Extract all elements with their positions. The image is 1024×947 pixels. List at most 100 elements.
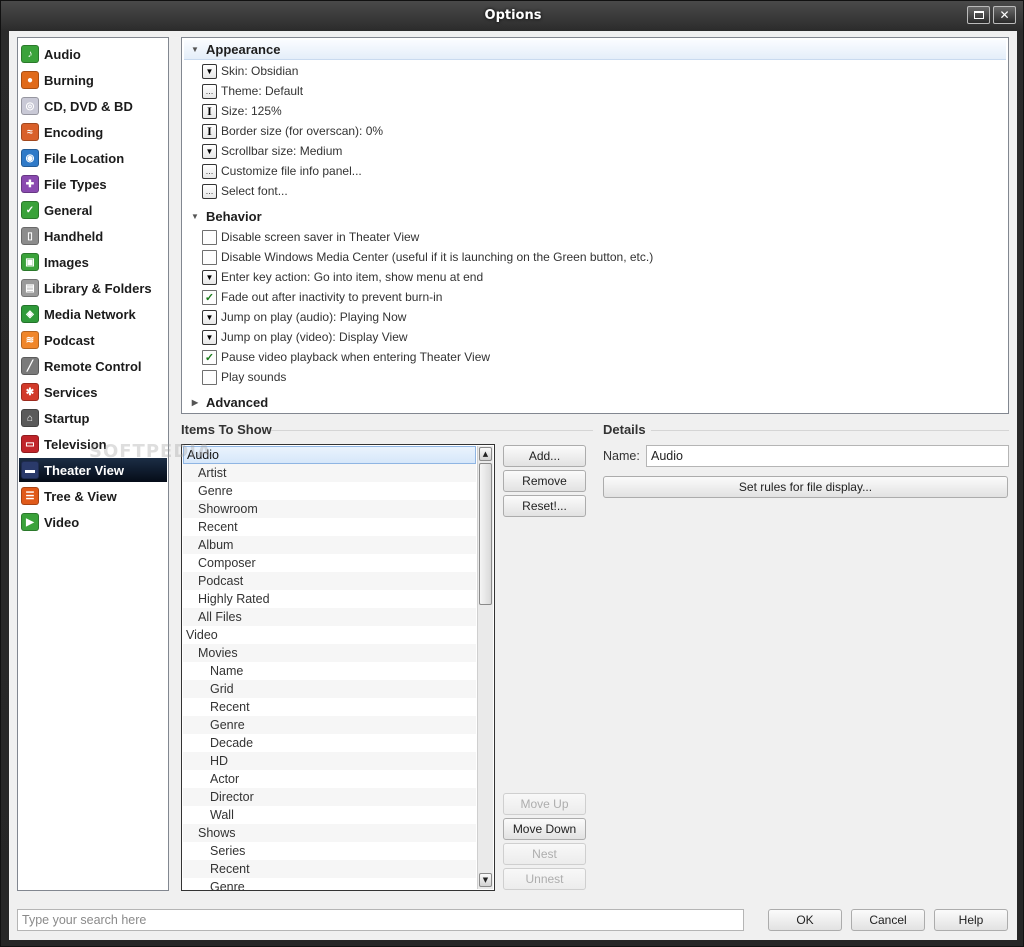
scrollbar-thumb[interactable] [479,463,492,605]
option-theme-default[interactable]: … Theme: Default [202,81,303,101]
list-item[interactable]: Genre [183,482,476,500]
checkbox-checked[interactable]: ✓ [202,349,217,365]
sidebar-item-general[interactable]: ✓ General [19,198,167,222]
list-item[interactable]: Audio [183,446,476,464]
sidebar-item-burning[interactable]: ● Burning [19,68,167,92]
sidebar-item-podcast[interactable]: ≋ Podcast [19,328,167,352]
option-disable-windows-media-center-useful-if-i[interactable]: Disable Windows Media Center (useful if … [202,247,653,267]
dropdown-icon[interactable]: ▼ [202,269,217,285]
sidebar-item-file-types[interactable]: ✚ File Types [19,172,167,196]
list-item[interactable]: Grid [183,680,476,698]
search-input[interactable]: Type your search here [17,909,744,931]
option-enter-key-action-go-into-item-show-menu-[interactable]: ▼ Enter key action: Go into item, show me… [202,267,483,287]
list-item[interactable]: HD [183,752,476,770]
scroll-down-arrow-icon[interactable]: ▼ [479,873,492,887]
checkbox-unchecked[interactable] [202,229,217,245]
items-to-show-list[interactable]: Audio Artist Genre Showroom Recent Album Compo… [181,444,495,891]
expand-down-icon[interactable]: ▼ [188,212,202,221]
add-button[interactable]: Add... [503,445,586,467]
list-item[interactable]: Album [183,536,476,554]
set-rules-button[interactable]: Set rules for file display... [603,476,1008,498]
dropdown-icon[interactable]: ▼ [202,63,217,79]
sidebar-item-audio[interactable]: ♪ Audio [19,42,167,66]
list-item[interactable]: Series [183,842,476,860]
list-item[interactable]: Name [183,662,476,680]
text-edit-icon[interactable]: I [202,123,217,139]
scroll-up-arrow-icon[interactable]: ▲ [479,447,492,461]
title-bar[interactable]: Options ✕ [1,1,1024,31]
move-up-button[interactable]: Move Up [503,793,586,815]
expand-down-icon[interactable]: ▼ [188,45,202,54]
list-item[interactable]: Recent [183,698,476,716]
ok-button[interactable]: OK [768,909,842,931]
text-edit-icon[interactable]: I [202,103,217,119]
sidebar-item-media-network[interactable]: ◈ Media Network [19,302,167,326]
ellipsis-icon[interactable]: … [202,83,217,99]
dropdown-icon[interactable]: ▼ [202,143,217,159]
option-pause-video-playback-when-entering-theat[interactable]: ✓ Pause video playback when entering Thea… [202,347,490,367]
ellipsis-icon[interactable]: … [202,183,217,199]
list-item[interactable]: Showroom [183,500,476,518]
option-skin-obsidian[interactable]: ▼ Skin: Obsidian [202,61,298,81]
option-jump-on-play-video-display-view[interactable]: ▼ Jump on play (video): Display View [202,327,408,347]
sidebar-item-cd-dvd-bd[interactable]: ◎ CD, DVD & BD [19,94,167,118]
sidebar-item-file-location[interactable]: ◉ File Location [19,146,167,170]
help-button[interactable]: Help [934,909,1008,931]
ellipsis-icon[interactable]: … [202,163,217,179]
sidebar-item-encoding[interactable]: ≈ Encoding [19,120,167,144]
group-appearance[interactable]: ▼ Appearance [184,40,1006,60]
group-advanced[interactable]: ▶ Advanced [184,392,1006,412]
close-button[interactable]: ✕ [993,6,1016,24]
name-input[interactable]: Audio [646,445,1009,467]
checkbox-unchecked[interactable] [202,249,217,265]
sidebar-item-startup[interactable]: ⌂ Startup [19,406,167,430]
remove-button[interactable]: Remove [503,470,586,492]
sidebar-item-video[interactable]: ▶ Video [19,510,167,534]
reset-button[interactable]: Reset!... [503,495,586,517]
list-item[interactable]: Recent [183,860,476,878]
list-item[interactable]: Composer [183,554,476,572]
sidebar-item-remote-control[interactable]: ╱ Remote Control [19,354,167,378]
nest-button[interactable]: Nest [503,843,586,865]
list-item[interactable]: Wall [183,806,476,824]
sidebar-item-label: Video [44,514,80,530]
dropdown-icon[interactable]: ▼ [202,309,217,325]
option-select-font[interactable]: … Select font... [202,181,288,201]
sidebar-item-tree-view[interactable]: ☰ Tree & View [19,484,167,508]
list-item[interactable]: Highly Rated [183,590,476,608]
maximize-button[interactable] [967,6,990,24]
list-item[interactable]: Genre [183,878,476,890]
sidebar-item-services[interactable]: ✱ Services [19,380,167,404]
option-border-size-for-overscan-0[interactable]: I Border size (for overscan): 0% [202,121,383,141]
list-scrollbar[interactable]: ▲ ▼ [477,446,493,889]
move-down-button[interactable]: Move Down [503,818,586,840]
option-customize-file-info-panel[interactable]: … Customize file info panel... [202,161,362,181]
group-behavior[interactable]: ▼ Behavior [184,206,1006,226]
dropdown-icon[interactable]: ▼ [202,329,217,345]
sidebar-item-handheld[interactable]: ▯ Handheld [19,224,167,248]
unnest-button[interactable]: Unnest [503,868,586,890]
option-disable-screen-saver-in-theater-view[interactable]: Disable screen saver in Theater View [202,227,419,247]
list-item[interactable]: Recent [183,518,476,536]
list-item[interactable]: Shows [183,824,476,842]
expand-right-icon[interactable]: ▶ [188,398,202,407]
option-jump-on-play-audio-playing-now[interactable]: ▼ Jump on play (audio): Playing Now [202,307,406,327]
sidebar-item-library-folders[interactable]: ▤ Library & Folders [19,276,167,300]
sidebar-item-images[interactable]: ▣ Images [19,250,167,274]
list-item[interactable]: Podcast [183,572,476,590]
list-item[interactable]: Artist [183,464,476,482]
list-item[interactable]: Actor [183,770,476,788]
option-size-125[interactable]: I Size: 125% [202,101,282,121]
cancel-button[interactable]: Cancel [851,909,925,931]
list-item[interactable]: Director [183,788,476,806]
list-item[interactable]: Decade [183,734,476,752]
list-item[interactable]: Movies [183,644,476,662]
checkbox-unchecked[interactable] [202,369,217,385]
list-item[interactable]: Video [183,626,476,644]
option-play-sounds[interactable]: Play sounds [202,367,286,387]
option-scrollbar-size-medium[interactable]: ▼ Scrollbar size: Medium [202,141,342,161]
list-item[interactable]: All Files [183,608,476,626]
checkbox-checked[interactable]: ✓ [202,289,217,305]
option-fade-out-after-inactivity-to-prevent-bur[interactable]: ✓ Fade out after inactivity to prevent bu… [202,287,442,307]
list-item[interactable]: Genre [183,716,476,734]
